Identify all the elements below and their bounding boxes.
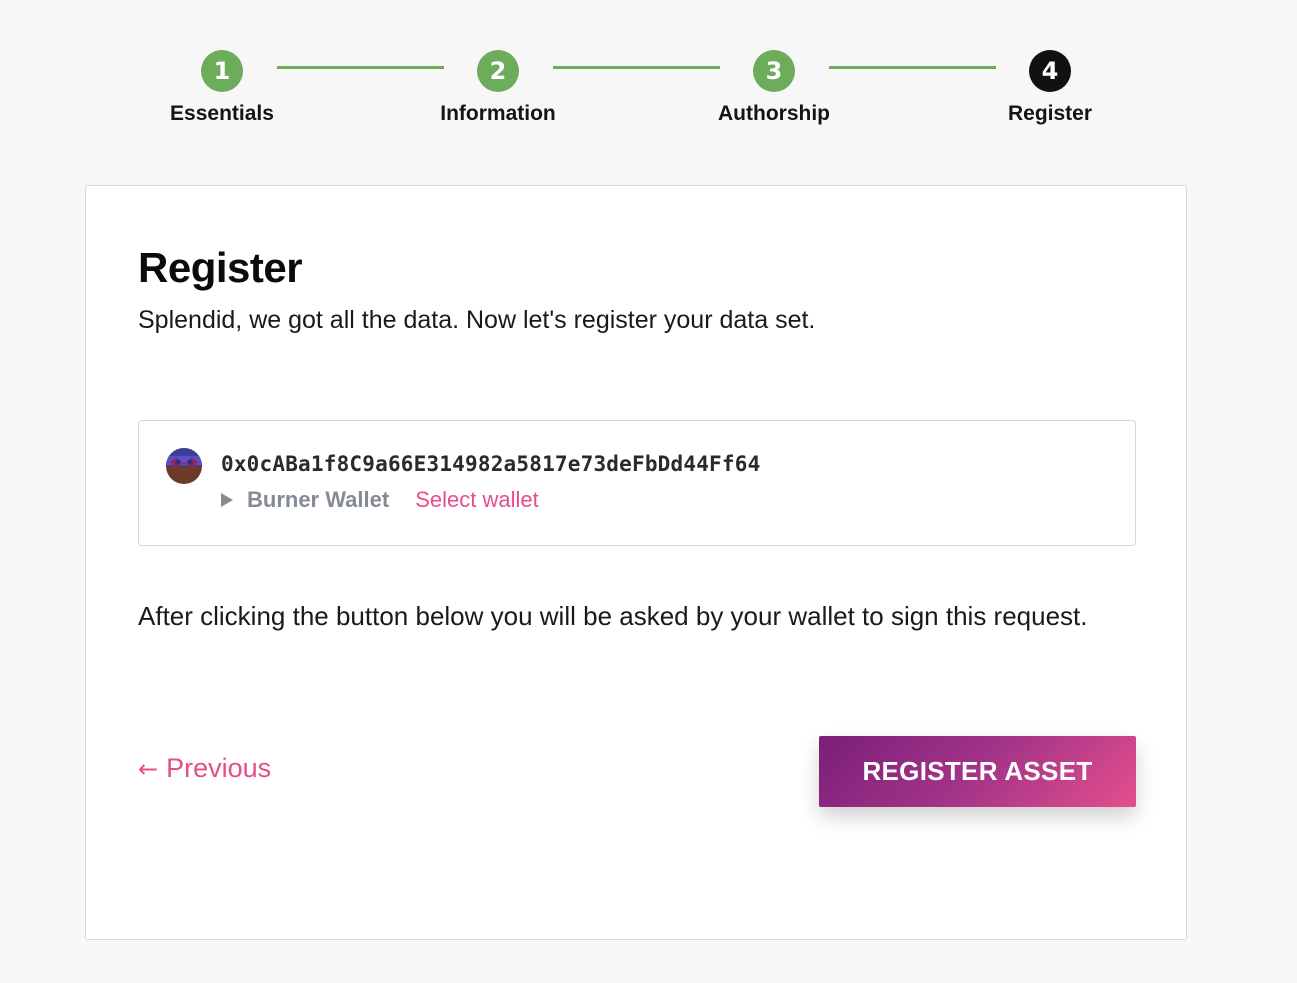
step-authorship[interactable]: 3 Authorship [674,50,874,126]
wallet-identicon-icon [166,448,202,484]
step-essentials[interactable]: 1 Essentials [122,50,322,126]
previous-label: Previous [166,753,272,783]
step-number-badge: 1 [201,50,243,92]
select-wallet-link[interactable]: Select wallet [415,487,539,513]
step-number-badge: 2 [477,50,519,92]
wallet-address: 0x0cABa1f8C9a66E314982a5817e73deFbDd44Ff… [221,452,761,476]
step-register: 4 Register [950,50,1150,126]
page-subtitle: Splendid, we got all the data. Now let's… [138,306,816,334]
page-title: Register [138,244,303,291]
arrow-left-icon: ← [138,754,159,783]
step-label: Essentials [170,102,274,125]
step-information[interactable]: 2 Information [398,50,598,126]
progress-stepper: 1 Essentials 2 Information 3 Authorship … [0,0,1297,150]
wallet-meta-row: Burner Wallet Select wallet [221,487,539,513]
triangle-right-icon[interactable] [221,493,233,507]
wallet-identicon-graphic [166,448,202,484]
register-card: Register Splendid, we got all the data. … [85,185,1187,940]
register-asset-button[interactable]: REGISTER ASSET [819,736,1136,807]
step-label: Information [440,102,556,125]
previous-link[interactable]: ← Previous [138,753,271,784]
sign-request-info: After clicking the button below you will… [138,601,1088,631]
step-number-badge: 3 [753,50,795,92]
wallet-name[interactable]: Burner Wallet [247,487,389,513]
wallet-panel: 0x0cABa1f8C9a66E314982a5817e73deFbDd44Ff… [138,420,1136,546]
step-label: Authorship [718,102,830,125]
step-number-badge: 4 [1029,50,1071,92]
step-label: Register [1007,102,1093,125]
